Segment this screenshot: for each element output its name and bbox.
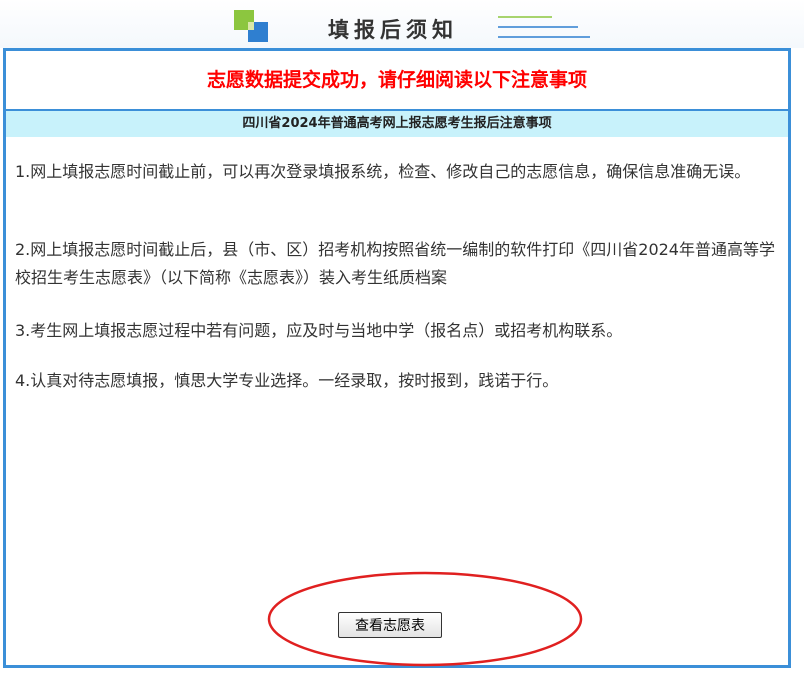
colored-squares-icon	[234, 10, 268, 42]
notice-item: 1.网上填报志愿时间截止前，可以再次登录填报系统，检查、修改自己的志愿信息，确保…	[15, 162, 751, 181]
page-header: 填报后须知	[0, 0, 804, 48]
notice-item: 3.考生网上填报志愿过程中若有问题，应及时与当地中学（报名点）或招考机构联系。	[15, 321, 623, 340]
notice-panel: 志愿数据提交成功，请仔细阅读以下注意事项 四川省2024年普通高考网上报志愿考生…	[3, 48, 791, 668]
header-decoration-lines	[498, 16, 590, 38]
view-application-form-button[interactable]: 查看志愿表	[338, 612, 442, 638]
notice-item: 4.认真对待志愿填报，慎思大学专业选择。一经录取，按时报到，践诺于行。	[15, 371, 559, 390]
success-heading: 志愿数据提交成功，请仔细阅读以下注意事项	[6, 51, 788, 111]
page-title: 填报后须知	[328, 18, 458, 42]
notice-subtitle: 四川省2024年普通高考网上报志愿考生报后注意事项	[6, 111, 788, 137]
notice-item: 2.网上填报志愿时间截止后，县（市、区）招考机构按照省统一编制的软件打印《四川省…	[15, 240, 775, 287]
